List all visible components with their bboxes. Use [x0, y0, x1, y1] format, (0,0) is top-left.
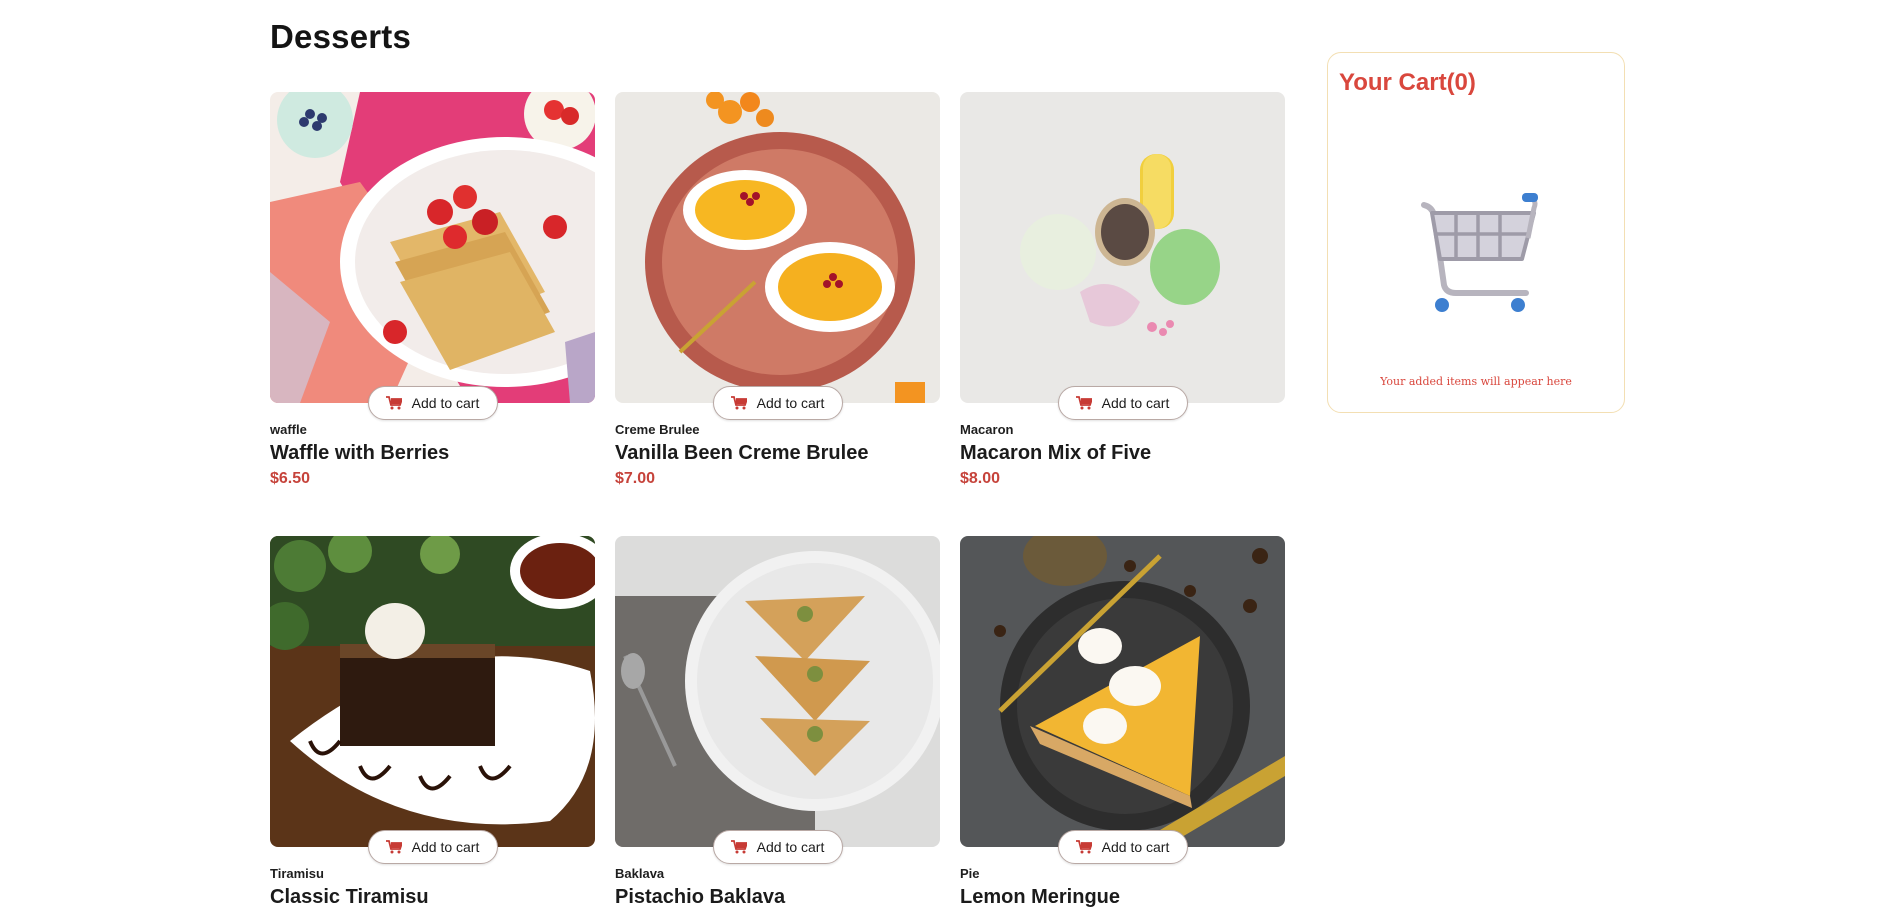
cart-icon	[385, 396, 402, 410]
product-category: Baklava	[615, 866, 665, 881]
product-card: Add to cart waffle Waffle with Berries $…	[270, 92, 595, 506]
product-card: Add to cart Tiramisu Classic Tiramisu	[270, 536, 595, 908]
product-price: $8.00	[960, 470, 1001, 487]
product-name: Macaron Mix of Five	[960, 442, 1152, 464]
macaron-photo	[960, 92, 1285, 403]
tiramisu-photo	[270, 536, 595, 847]
add-to-cart-label: Add to cart	[411, 395, 480, 411]
add-to-cart-button[interactable]: Add to cart	[367, 830, 498, 864]
add-to-cart-label: Add to cart	[756, 839, 825, 855]
product-media: Add to cart	[270, 536, 595, 864]
cart-panel: Your Cart(0) Your added items will appea…	[1327, 52, 1625, 413]
empty-cart-icon	[1416, 193, 1546, 315]
product-media: Add to cart	[960, 536, 1285, 864]
product-media: Add to cart	[615, 536, 940, 864]
product-name: Lemon Meringue	[960, 886, 1121, 908]
product-media: Add to cart	[960, 92, 1285, 420]
add-to-cart-button[interactable]: Add to cart	[1057, 386, 1188, 420]
product-category: Pie	[960, 866, 980, 881]
page-title: Desserts	[270, 18, 412, 55]
add-to-cart-button[interactable]: Add to cart	[712, 386, 843, 420]
add-to-cart-button[interactable]: Add to cart	[367, 386, 498, 420]
product-category: Macaron	[960, 422, 1014, 437]
baklava-photo	[615, 536, 940, 847]
waffle-photo	[270, 92, 595, 403]
add-to-cart-label: Add to cart	[756, 395, 825, 411]
add-to-cart-label: Add to cart	[411, 839, 480, 855]
product-card: Add to cart Macaron Macaron Mix of Five …	[960, 92, 1285, 506]
product-price: $6.50	[270, 470, 311, 487]
product-category: waffle	[270, 422, 307, 437]
product-name: Waffle with Berries	[270, 442, 450, 464]
add-to-cart-label: Add to cart	[1101, 395, 1170, 411]
cart-icon	[385, 840, 402, 854]
cart-empty-message: Your added items will appear here	[1380, 375, 1572, 388]
cart-icon	[730, 840, 747, 854]
product-price: $7.00	[615, 470, 656, 487]
product-name: Vanilla Been Creme Brulee	[615, 442, 869, 464]
page: Desserts Add to cart waffle Waffle with …	[0, 0, 1898, 908]
product-name: Pistachio Baklava	[615, 886, 786, 908]
pie-photo	[960, 536, 1285, 847]
product-media: Add to cart	[615, 92, 940, 420]
cart-icon	[1075, 396, 1092, 410]
product-grid: Add to cart waffle Waffle with Berries $…	[270, 92, 1286, 908]
cart-icon	[730, 396, 747, 410]
cart-icon	[1075, 840, 1092, 854]
add-to-cart-button[interactable]: Add to cart	[712, 830, 843, 864]
product-category: Creme Brulee	[615, 422, 700, 437]
product-category: Tiramisu	[270, 866, 324, 881]
product-card: Add to cart Baklava Pistachio Baklava	[615, 536, 940, 908]
product-card: Add to cart Creme Brulee Vanilla Been Cr…	[615, 92, 940, 506]
cart-title: Your Cart(0)	[1339, 69, 1476, 96]
creme-brulee-photo	[615, 92, 940, 403]
product-media: Add to cart	[270, 92, 595, 420]
add-to-cart-button[interactable]: Add to cart	[1057, 830, 1188, 864]
add-to-cart-label: Add to cart	[1101, 839, 1170, 855]
product-card: Add to cart Pie Lemon Meringue	[960, 536, 1285, 908]
product-name: Classic Tiramisu	[270, 886, 429, 908]
